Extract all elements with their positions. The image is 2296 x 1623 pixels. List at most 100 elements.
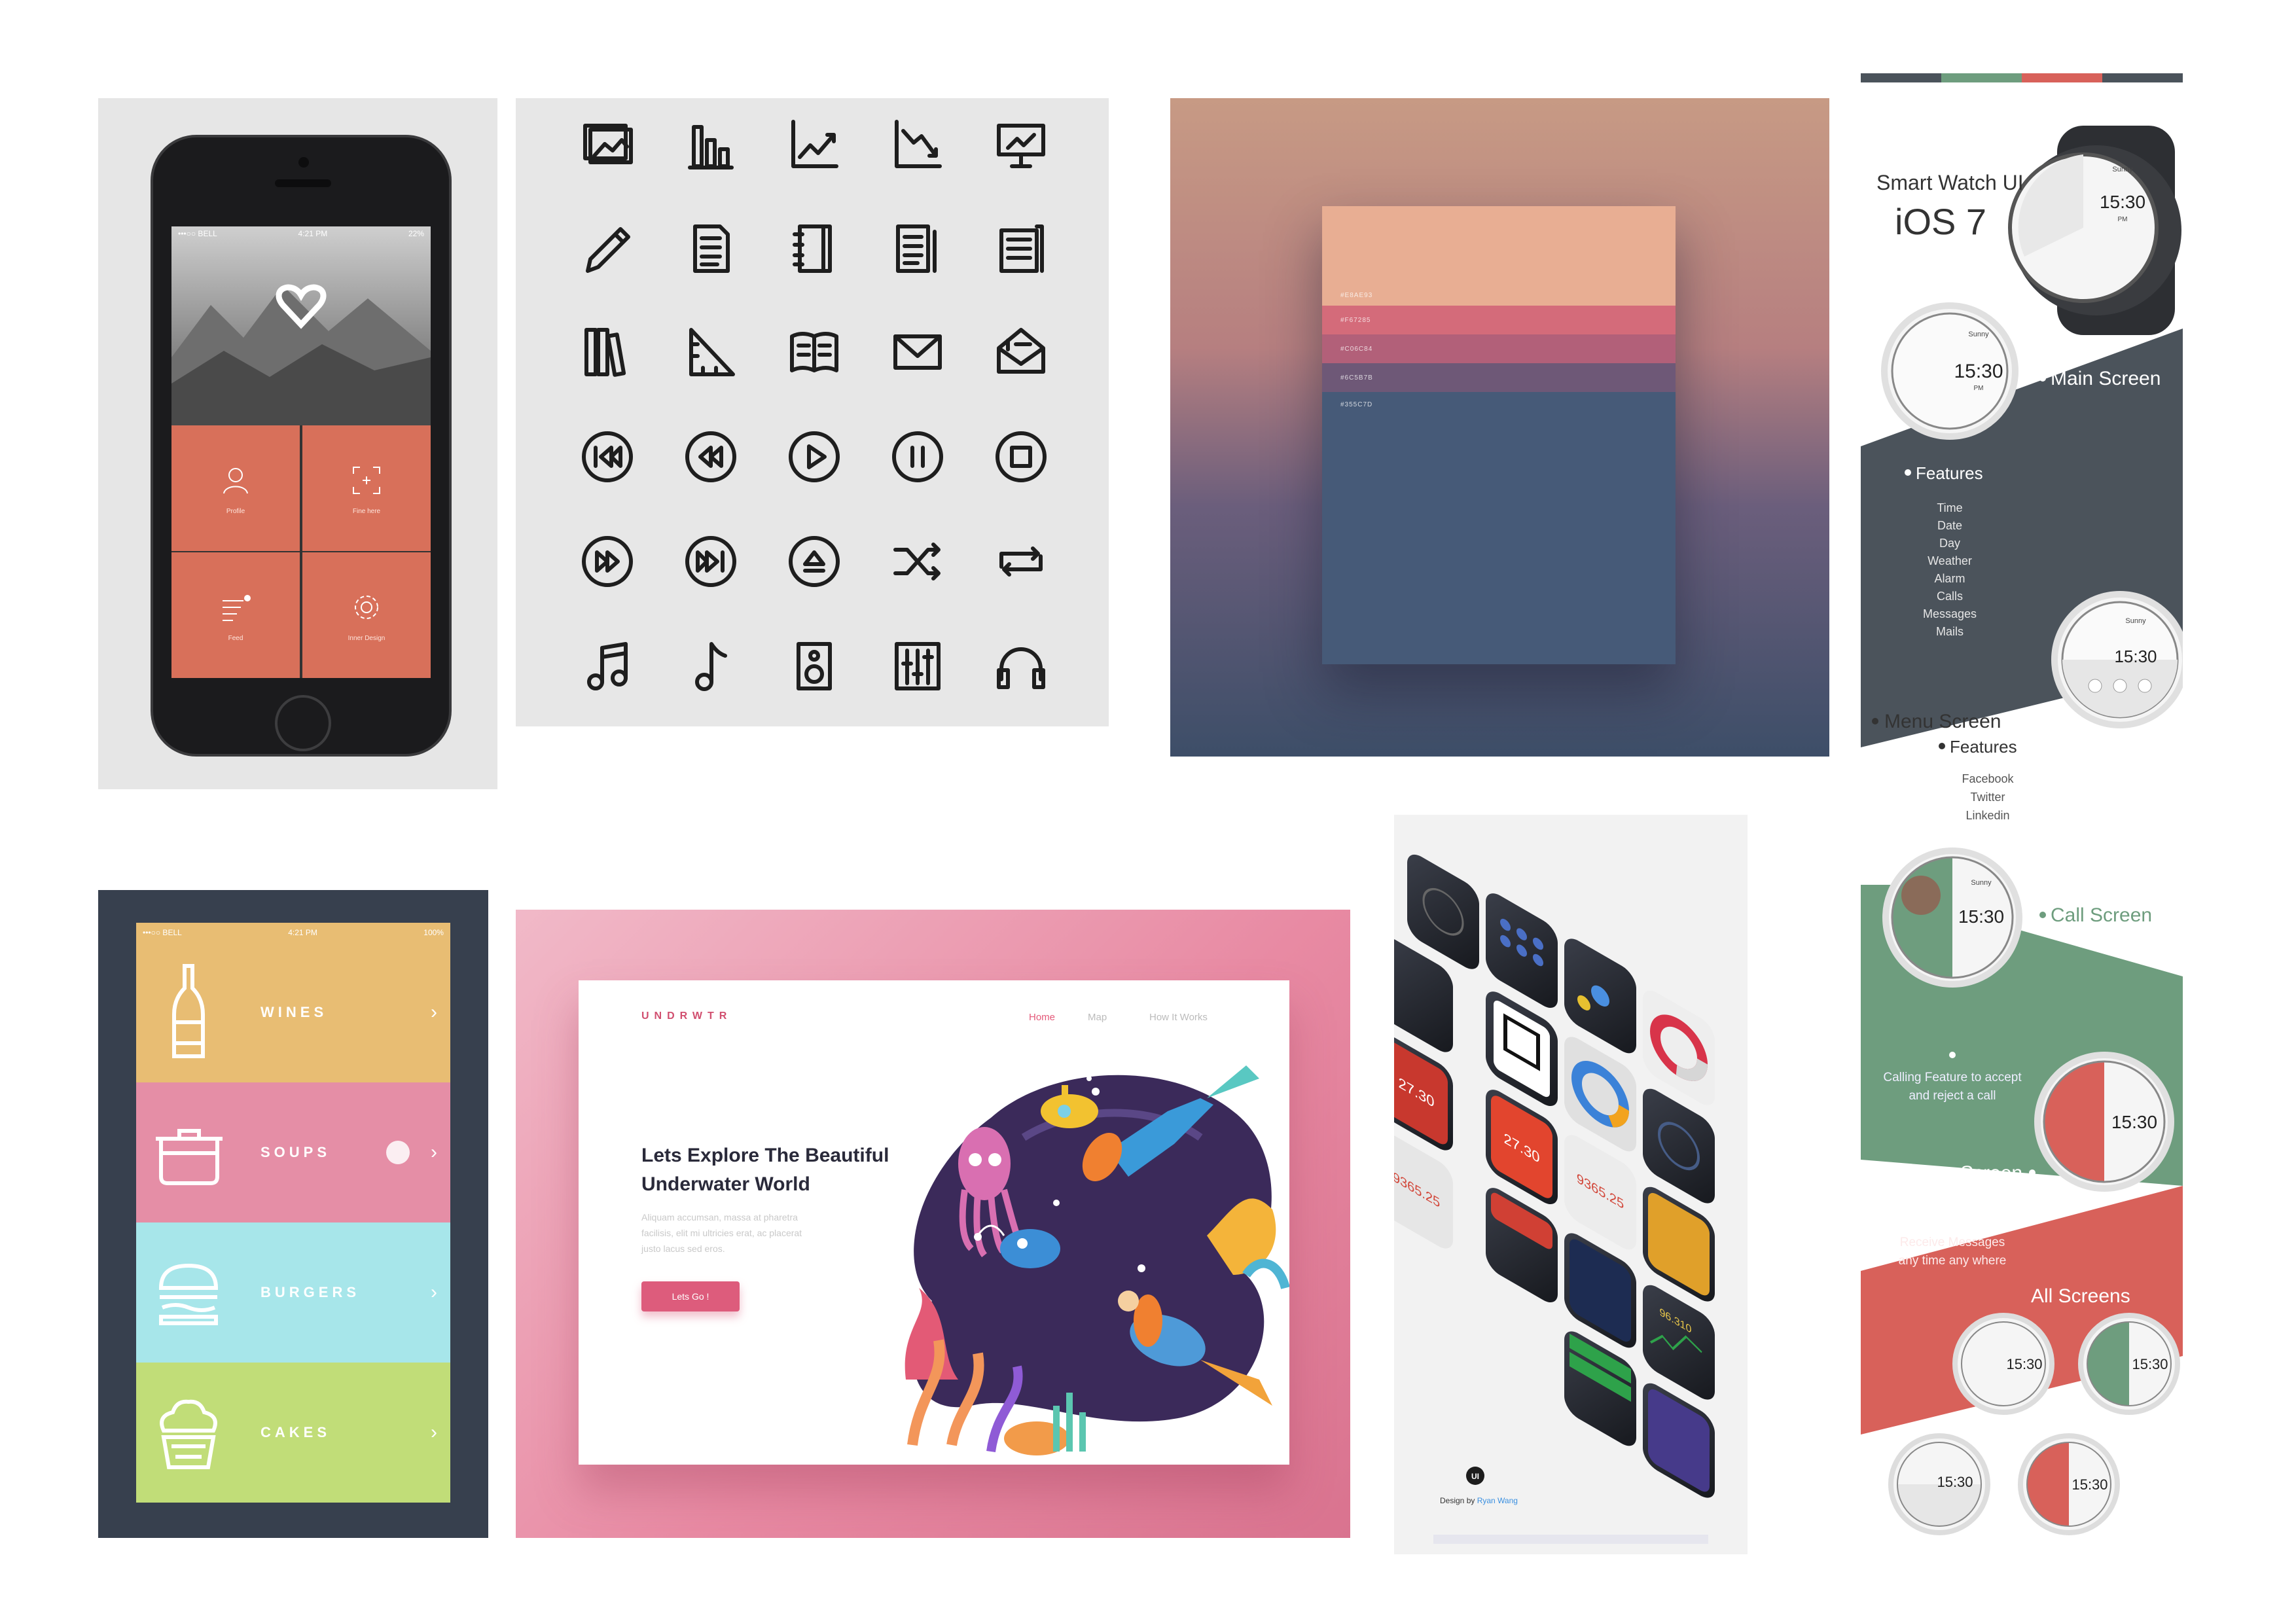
- gear-icon: [355, 595, 378, 619]
- mountain-header-image: [171, 226, 431, 425]
- tile-profile[interactable]: Profile: [171, 425, 300, 551]
- play-icon: [789, 431, 840, 482]
- tile-label: Inner Design: [348, 634, 386, 642]
- open-book-icon: [790, 332, 838, 372]
- watch-time: 15:30: [1958, 906, 2004, 927]
- menu-row-cakes[interactable]: CAKES ›: [136, 1363, 450, 1503]
- skip-back-icon: [582, 431, 633, 482]
- music-notes-icon: [587, 642, 628, 690]
- watch-menu-screen: 15:30 Sunny: [2051, 591, 2183, 728]
- underwater-landing-panel: UNDRWTR Home Map How It Works Lets Explo…: [516, 910, 1350, 1538]
- watch-time: 15:30: [1937, 1474, 1973, 1490]
- time-label: 4:21 PM: [288, 928, 317, 937]
- shuffle-icon: [893, 543, 941, 580]
- menu-row-label: CAKES: [260, 1424, 331, 1440]
- caller-avatar: [1901, 876, 1941, 915]
- design-credit: Design by Ryan Wang: [1440, 1496, 1518, 1505]
- icon-set-panel: [516, 98, 1109, 726]
- message-screen-label: Message Screen: [1875, 1162, 2022, 1184]
- headphones-icon: [997, 647, 1045, 689]
- message-desc: Receive Messages: [1900, 1236, 2005, 1249]
- all-screens-label: All Screens: [2031, 1285, 2130, 1307]
- body-line: facilisis, elit mi ultricies erat, ac pl…: [641, 1228, 802, 1238]
- icon-grid: [582, 120, 1047, 691]
- site-logo: UNDRWTR: [641, 1010, 732, 1022]
- landing-page-card: UNDRWTR Home Map How It Works Lets Explo…: [579, 980, 1289, 1465]
- swatch-label: #C06C84: [1340, 345, 1373, 353]
- image-icon: [583, 124, 633, 164]
- watch-time: 15:30: [2132, 1356, 2168, 1372]
- watch-time: 15:30: [2114, 647, 2157, 666]
- fast-forward-icon: [582, 536, 633, 587]
- watch-weather: Sunny: [2125, 617, 2146, 625]
- menu-features-heading: Features: [1950, 737, 2017, 757]
- list-icon: [223, 594, 251, 621]
- nav-home-link[interactable]: Home: [1029, 1012, 1055, 1023]
- feature-item: Mails: [1936, 625, 1964, 638]
- menu-row-burgers[interactable]: BURGERS ›: [136, 1222, 450, 1363]
- tile-label: Fine here: [352, 507, 381, 515]
- camera: [298, 157, 309, 168]
- menu-row-wines[interactable]: WINES ›: [136, 942, 450, 1082]
- nav-map-link[interactable]: Map: [1088, 1012, 1107, 1023]
- tile-find-here[interactable]: Fine here: [302, 425, 431, 551]
- watch-face-hero: 15:30 PM Sunny: [2008, 152, 2159, 303]
- status-bar: •••○○ BELL 4:21 PM 22%: [171, 226, 431, 242]
- tile-feed[interactable]: Feed: [171, 552, 300, 678]
- watch-thumb-4: 15:30: [2018, 1433, 2120, 1535]
- menu-screen-label: Menu Screen: [1884, 711, 2001, 732]
- tile-settings[interactable]: Inner Design: [302, 552, 431, 678]
- user-icon: [223, 467, 248, 493]
- color-palette-panel: #E8AE93 #F67285 #C06C84 #6C5B7B #355C7D: [1170, 98, 1829, 757]
- feature-item: Calls: [1937, 590, 1963, 603]
- time-label: 4:21 PM: [298, 229, 328, 238]
- tile-label: Feed: [228, 634, 243, 642]
- watch-weather: Sunny: [2112, 166, 2133, 173]
- carrier-label: •••○○ BELL: [143, 928, 182, 937]
- home-button[interactable]: [275, 695, 331, 751]
- phone-mockup-panel: •••○○ BELL 4:21 PM 22% Profile Fine here…: [98, 98, 497, 789]
- smart-watch-panel: 15:30 PM Sunny Smart Watch UI iOS 7 15:3…: [1861, 73, 2183, 1539]
- headline-line: Lets Explore The Beautiful: [641, 1145, 889, 1166]
- underwater-illustration: [905, 1065, 1289, 1455]
- menu-row-soups[interactable]: SOUPS ›: [136, 1082, 450, 1222]
- books-icon: [584, 328, 626, 377]
- watch-message-screen: 15:30: [2034, 1052, 2174, 1192]
- ruler-triangle-icon: [689, 328, 735, 376]
- swatch-3: #C06C84: [1322, 334, 1676, 363]
- watch-title: Smart Watch UI: [1876, 171, 2024, 194]
- wine-bottle-icon: [172, 964, 205, 1058]
- watch-time: 15:30: [2111, 1112, 2157, 1132]
- swatch-label: #355C7D: [1340, 401, 1373, 408]
- status-bar: •••○○ BELL 4:21 PM 100%: [136, 923, 450, 942]
- notebook-icon: [793, 224, 832, 273]
- watch-weather: Sunny: [1968, 330, 1989, 338]
- iphone-frame: •••○○ BELL 4:21 PM 22% Profile Fine here…: [151, 135, 452, 757]
- main-screen-label: Main Screen: [2051, 368, 2161, 389]
- file-text-icon: [896, 224, 937, 273]
- touch-indicator: [386, 1141, 410, 1164]
- feature-item: Date: [1937, 519, 1962, 532]
- headline-line: Underwater World: [641, 1173, 810, 1195]
- feature-item: Messages: [1923, 607, 1977, 620]
- nav-how-it-works-link[interactable]: How It Works: [1149, 1012, 1208, 1023]
- decline-chart-icon: [895, 120, 942, 168]
- lets-go-button[interactable]: Lets Go !: [641, 1281, 740, 1311]
- tile-label: Profile: [226, 507, 245, 515]
- feature-item: Day: [1939, 537, 1960, 550]
- footer-links-bar: [1433, 1535, 1708, 1544]
- chevron-right-icon: ›: [431, 1281, 437, 1303]
- speaker-icon: [797, 642, 832, 690]
- music-note-icon: [695, 642, 727, 691]
- feature-item: Time: [1937, 501, 1962, 514]
- pause-icon: [892, 431, 943, 482]
- hero-headline: Lets Explore The Beautiful Underwater Wo…: [641, 1141, 889, 1199]
- watch-time: 15:30: [1954, 361, 2003, 382]
- swatch-1: #E8AE93: [1322, 206, 1676, 306]
- watch-pm: PM: [1974, 385, 1984, 392]
- smart-watch-board: 15:30 PM Sunny Smart Watch UI iOS 7 15:3…: [1861, 73, 2183, 1535]
- swatch-label: #E8AE93: [1340, 291, 1373, 299]
- feature-item: Weather: [1928, 554, 1972, 567]
- speaker: [275, 179, 331, 187]
- menu-features-list: Facebook Twitter Linkedin: [1962, 772, 2014, 822]
